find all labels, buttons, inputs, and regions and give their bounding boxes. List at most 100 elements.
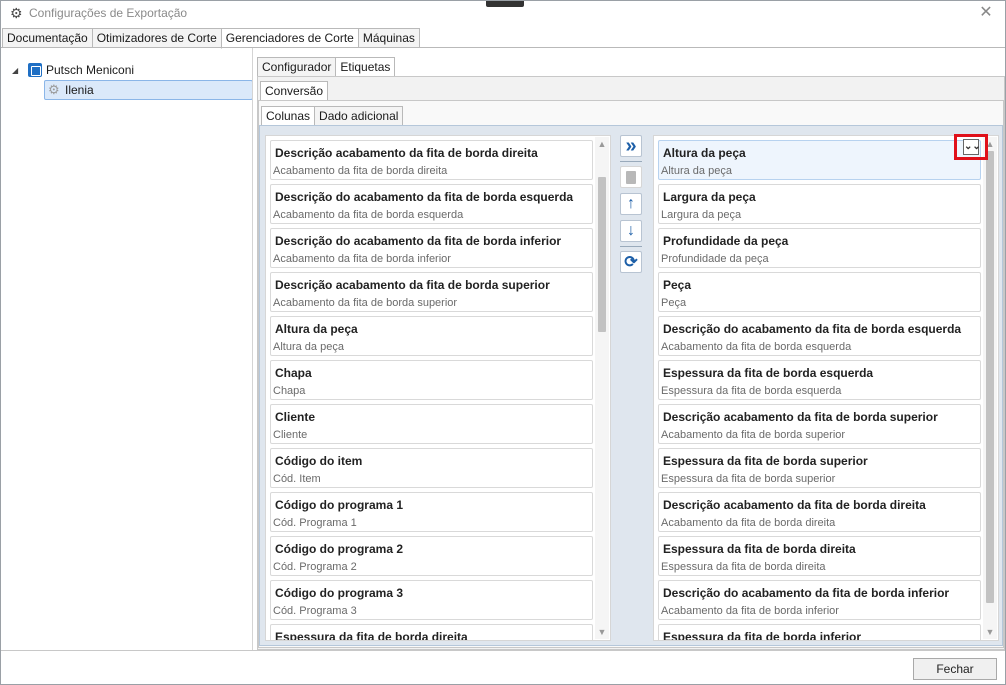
list-item[interactable]: Espessura da fita de borda direita Espess… [658,536,981,576]
window-notch [486,1,524,7]
list-item[interactable]: Espessura da fita de borda inferior [658,624,981,641]
list-item[interactable]: Espessura da fita de borda direita [270,624,593,641]
list-item-subtitle: Altura da peça [273,341,344,353]
tab-etiquetas[interactable]: Etiquetas [335,57,396,78]
available-columns-scrollbar[interactable]: ▲ ▼ [595,137,609,639]
selected-columns-list[interactable]: Altura da peça Altura da peça Largura da p… [653,135,999,641]
tab-maquinas[interactable]: Máquinas [357,28,420,48]
list-item[interactable]: Descrição do acabamento da fita de borda… [270,184,593,224]
list-item-subtitle: Profundidade da peça [661,253,769,265]
conversion-tabs: Conversão [260,81,329,102]
scroll-thumb[interactable] [598,177,606,332]
list-item-subtitle: Acabamento da fita de borda esquerda [273,209,464,221]
list-item[interactable]: Cliente Cliente [270,404,593,444]
list-item-subtitle: Acabamento da fita de borda superior [661,429,846,441]
list-item-title: Espessura da fita de borda direita [275,630,468,641]
list-item-title: Altura da peça [663,146,746,160]
tab-configurador[interactable]: Configurador [257,57,336,77]
list-item[interactable]: Descrição acabamento da fita de borda su… [658,404,981,444]
tree-item-ilenia[interactable]: ⚙ Ilenia [44,80,253,100]
tree-item-putsch-meniconi[interactable]: ◢ Putsch Meniconi [12,60,134,80]
list-item-subtitle: Cód. Programa 3 [273,605,357,617]
close-button[interactable]: Fechar [913,658,997,680]
list-item[interactable]: Descrição acabamento da fita de borda su… [270,272,593,312]
list-item-title: Código do item [275,454,363,468]
list-item[interactable]: Altura da peça Altura da peça [658,140,981,180]
etiquetas-panel: Conversão Colunas Dado adicional Descriç… [257,77,1005,650]
export-settings-window: ⚙ Configurações de Exportação ✕ Document… [0,0,1006,685]
refresh-icon: ⟳ [624,254,638,271]
splitter[interactable] [252,48,253,650]
list-item[interactable]: Largura da peça Largura da peça [658,184,981,224]
list-item-title: Descrição do acabamento da fita de borda… [275,190,574,204]
list-item-title: Espessura da fita de borda esquerda [663,366,874,380]
window-title: Configurações de Exportação [29,6,188,20]
list-item[interactable]: Profundidade da peça Profundidade da peça [658,228,981,268]
tab-conversao[interactable]: Conversão [260,81,329,102]
gear-icon: ⚙ [48,82,60,97]
list-item-title: Descrição acabamento da fita de borda di… [663,498,926,512]
list-item[interactable]: Código do programa 3 Cód. Programa 3 [270,580,593,620]
arrow-up-icon: ↑ [627,195,635,212]
list-item-subtitle: Largura da peça [661,209,742,221]
selected-columns-scrollbar[interactable]: ▲ ▼ [983,137,997,639]
list-item[interactable]: Descrição do acabamento da fita de borda… [270,228,593,268]
tree-item-label: Ilenia [65,83,94,97]
manager-tree: ◢ Putsch Meniconi ⚙ Ilenia [2,54,253,650]
scroll-up-icon[interactable]: ▲ [595,137,609,151]
list-item[interactable]: Descrição acabamento da fita de borda di… [270,140,593,180]
list-item-title: Cliente [275,410,316,424]
column-tabs: Colunas Dado adicional [261,106,404,127]
list-item-title: Espessura da fita de borda superior [663,454,868,468]
list-item-title: Altura da peça [275,322,358,336]
list-item-title: Espessura da fita de borda inferior [663,630,862,641]
tab-colunas[interactable]: Colunas [261,106,315,127]
sub-tabs: Configurador Etiquetas [257,57,396,78]
list-item[interactable]: Código do programa 2 Cód. Programa 2 [270,536,593,576]
list-item-subtitle: Cód. Programa 2 [273,561,357,573]
list-item[interactable]: Descrição acabamento da fita de borda di… [658,492,981,532]
tab-gerenciadores-de-corte[interactable]: Gerenciadores de Corte [220,28,358,49]
toolbar-separator [620,246,642,247]
move-up-button[interactable]: ↑ [620,193,642,215]
list-item-title: Descrição acabamento da fita de borda su… [275,278,550,292]
add-all-button[interactable]: » [620,135,642,157]
list-item-title: Código do programa 3 [275,586,404,600]
list-item-subtitle: Espessura da fita de borda direita [661,561,826,573]
double-chevron-down-icon[interactable]: ⌄⌄ [963,139,981,155]
list-item-subtitle: Peça [661,297,687,309]
scroll-thumb[interactable] [986,151,994,603]
list-item[interactable]: Chapa Chapa [270,360,593,400]
list-item-subtitle: Acabamento da fita de borda direita [661,517,836,529]
available-columns-list[interactable]: Descrição acabamento da fita de borda di… [265,135,611,641]
move-down-button[interactable]: ↓ [620,220,642,242]
gear-icon: ⚙ [10,5,23,21]
close-icon[interactable]: ✕ [977,4,995,22]
tab-dado-adicional[interactable]: Dado adicional [314,106,404,126]
expand-arrow-icon[interactable]: ◢ [12,66,22,75]
list-item-subtitle: Cód. Programa 1 [273,517,357,529]
list-item[interactable]: Código do programa 1 Cód. Programa 1 [270,492,593,532]
scroll-down-icon[interactable]: ▼ [983,625,997,639]
list-item[interactable]: Descrição do acabamento da fita de borda… [658,316,981,356]
list-item[interactable]: Espessura da fita de borda superior Espes… [658,448,981,488]
toolbar-separator [620,161,642,162]
tab-documentacao[interactable]: Documentação [2,28,92,48]
delete-button[interactable] [620,166,642,188]
footer-divider [1,650,1005,651]
main-tabs: Documentação Otimizadores de Corte Geren… [2,28,420,49]
list-item[interactable]: Código do item Cód. Item [270,448,593,488]
tab-otimizadores-de-corte[interactable]: Otimizadores de Corte [91,28,221,48]
list-item[interactable]: Peça Peça [658,272,981,312]
reset-button[interactable]: ⟳ [620,251,642,273]
list-item[interactable]: Altura da peça Altura da peça [270,316,593,356]
list-item[interactable]: Descrição do acabamento da fita de borda… [658,580,981,620]
list-item-title: Chapa [275,366,312,380]
list-item[interactable]: Espessura da fita de borda esquerda Espes… [658,360,981,400]
scroll-down-icon[interactable]: ▼ [595,625,609,639]
list-item-subtitle: Chapa [273,385,306,397]
double-chevron-right-icon: » [625,135,637,157]
list-item-subtitle: Espessura da fita de borda esquerda [661,385,842,397]
list-item-title: Descrição do acabamento da fita de borda… [663,322,962,336]
arrow-down-icon: ↓ [627,222,635,239]
